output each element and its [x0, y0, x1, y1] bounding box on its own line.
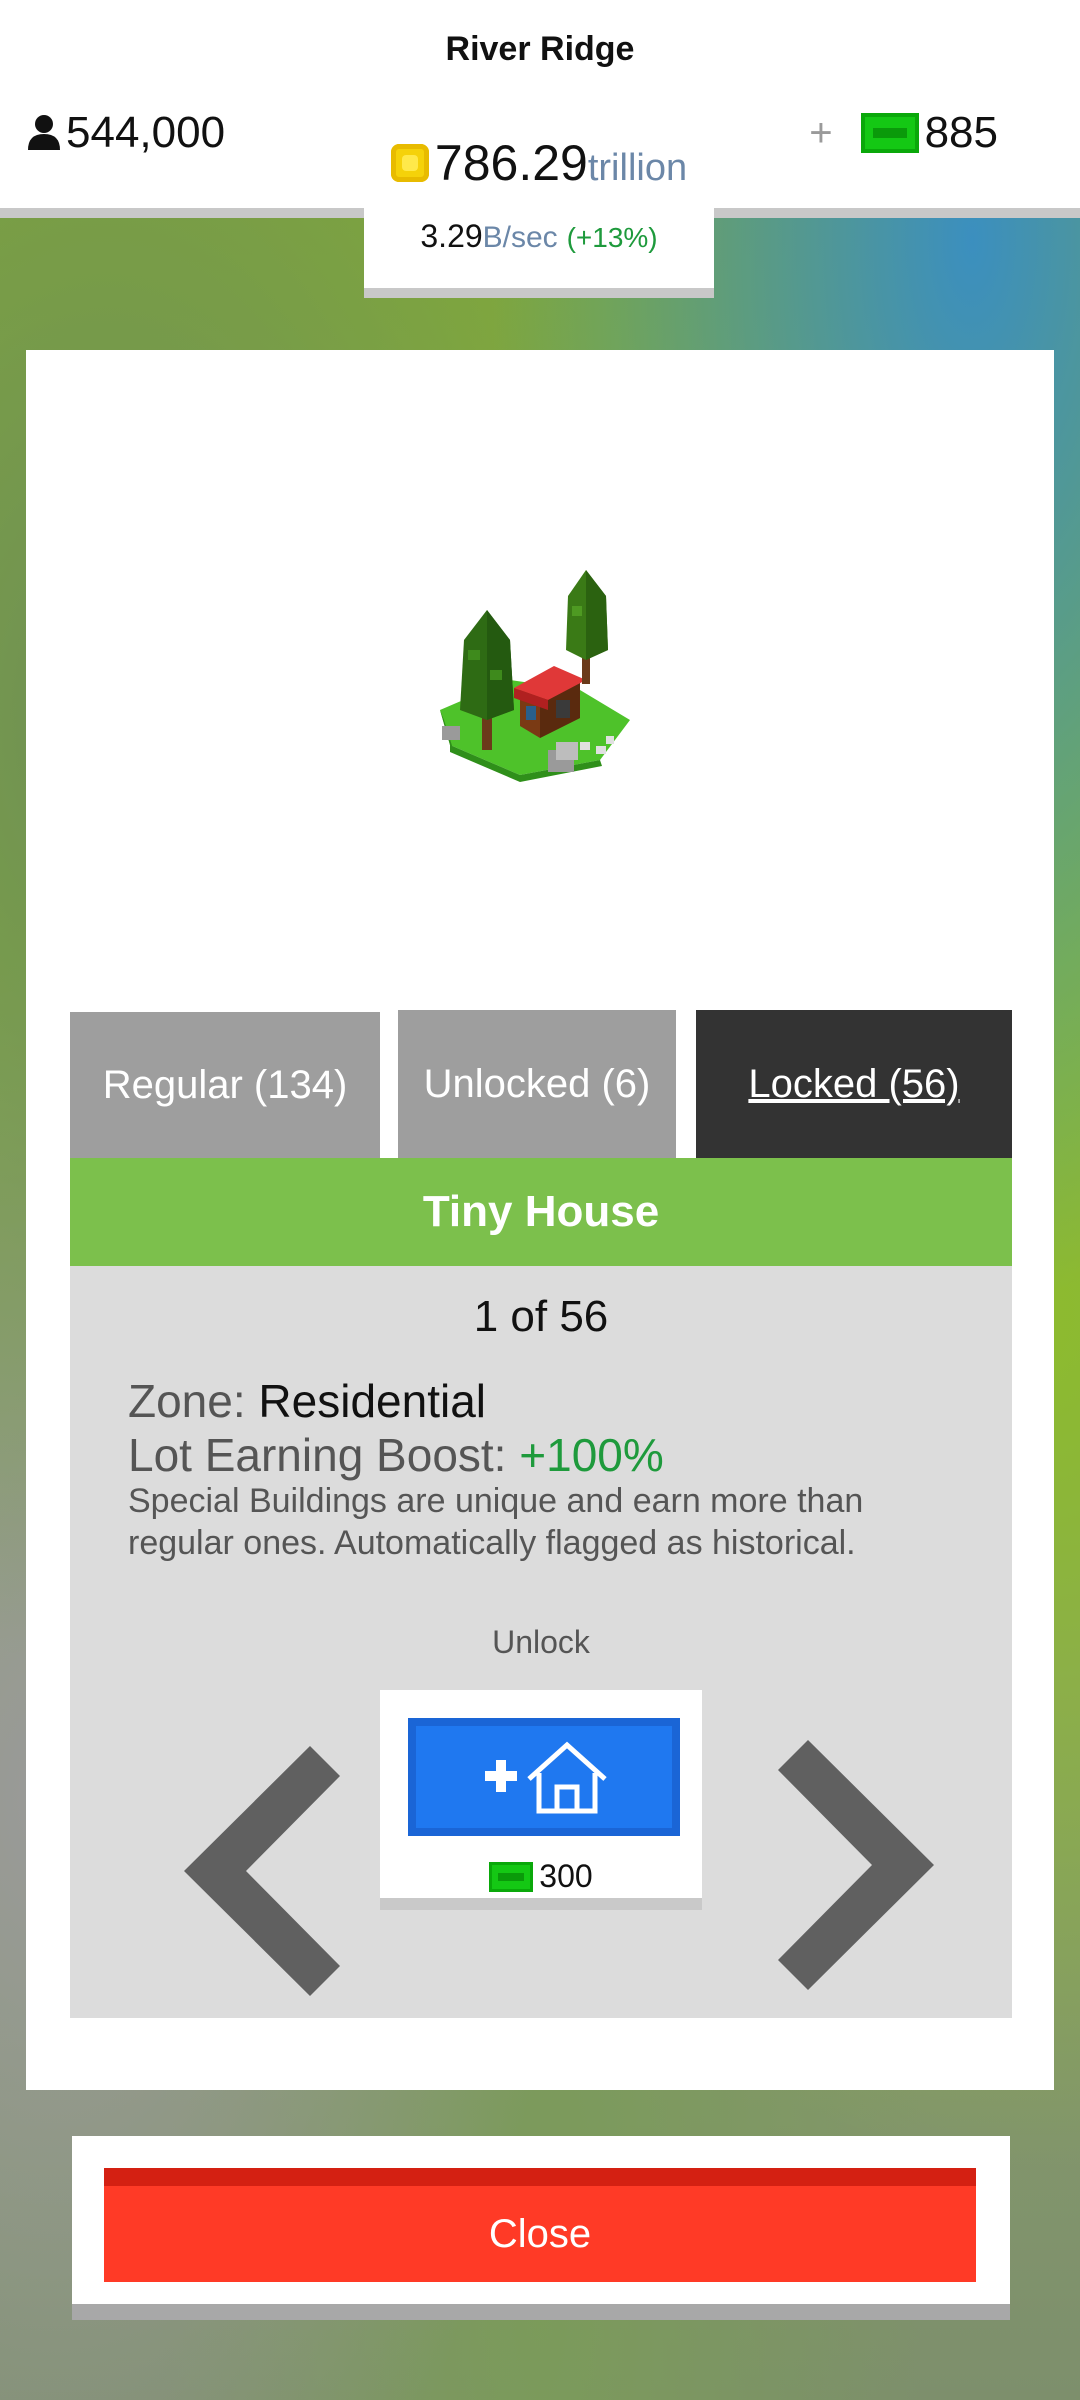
- rate-value: 3.29: [420, 218, 483, 254]
- income-rate: 3.29B/sec (+13%): [364, 218, 714, 255]
- special-buildings-dialog: Regular (134) Unlocked (6) Locked (56) T…: [26, 350, 1054, 2090]
- tiny-house-illustration: [440, 570, 630, 782]
- population-display: 544,000: [26, 108, 225, 158]
- add-cash-icon[interactable]: +: [809, 111, 832, 156]
- building-title: Tiny House: [70, 1158, 1012, 1266]
- person-icon: [28, 115, 60, 150]
- previous-arrow-icon[interactable]: [160, 1746, 340, 1996]
- next-arrow-icon[interactable]: [778, 1740, 958, 1990]
- city-name: River Ridge: [445, 30, 635, 68]
- cash-value: 885: [924, 108, 998, 157]
- tab-locked[interactable]: Locked (56): [696, 1010, 1012, 1158]
- building-counter: 1 of 56: [473, 1292, 609, 1341]
- unlock-label: Unlock: [492, 1624, 590, 1660]
- building-tabs: Regular (134) Unlocked (6) Locked (56): [70, 1010, 1012, 1160]
- zone-line: Zone: Residential: [128, 1374, 486, 1428]
- boost-line: Lot Earning Boost: +100%: [128, 1428, 664, 1482]
- boost-label: Lot Earning Boost:: [128, 1429, 520, 1481]
- building-preview: [26, 350, 1054, 1010]
- building-description: Special Buildings are unique and earn mo…: [128, 1482, 864, 1562]
- close-button[interactable]: Close: [104, 2168, 976, 2282]
- population-value: 544,000: [66, 108, 226, 157]
- cash-icon: [860, 113, 919, 153]
- boost-value: +100%: [519, 1429, 664, 1481]
- unlock-price-value: 300: [539, 1858, 593, 1894]
- unlock-button[interactable]: [408, 1718, 680, 1836]
- tab-unlocked[interactable]: Unlocked (6): [398, 1010, 676, 1158]
- building-details: 1 of 56 Zone: Residential Lot Earning Bo…: [70, 1266, 1012, 2018]
- coins-unit: trillion: [587, 147, 688, 189]
- zone-label: Zone:: [128, 1375, 259, 1427]
- close-container: Close: [72, 2136, 1010, 2320]
- cash-display[interactable]: + 885: [809, 108, 998, 158]
- coins-panel: 786.29 trillion 3.29B/sec (+13%): [364, 118, 714, 298]
- unlock-card: 300: [380, 1690, 702, 1910]
- rate-boost: (+13%): [566, 222, 658, 253]
- add-house-icon: [485, 1741, 607, 1814]
- tab-regular[interactable]: Regular (134): [70, 1012, 380, 1158]
- coins-row: 786.29 trillion: [364, 134, 714, 192]
- zone-value: Residential: [258, 1375, 486, 1427]
- coin-icon: [390, 144, 429, 182]
- coins-value: 786.29: [434, 135, 588, 191]
- cash-icon: [489, 1861, 534, 1892]
- unlock-price: 300: [380, 1858, 702, 1895]
- rate-unit: B/sec: [482, 221, 558, 254]
